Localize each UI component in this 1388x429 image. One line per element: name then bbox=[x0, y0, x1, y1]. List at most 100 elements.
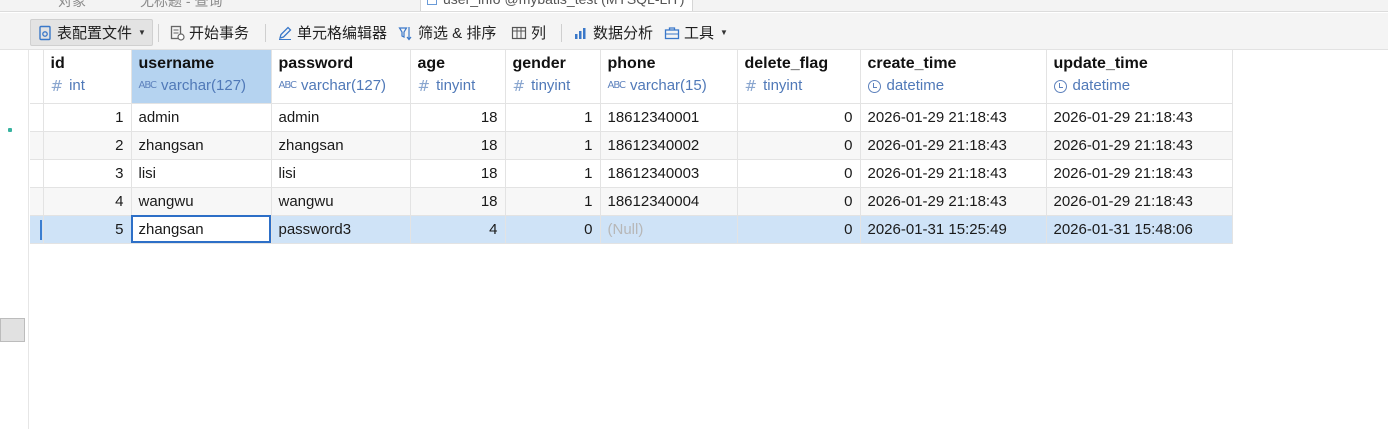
cell-update-time[interactable]: 2026-01-29 21:18:43 bbox=[1046, 131, 1233, 160]
cell-id[interactable]: 4 bbox=[43, 187, 132, 216]
chevron-down-icon[interactable]: ▼ bbox=[720, 28, 728, 37]
transaction-icon bbox=[169, 25, 185, 41]
row-marker[interactable] bbox=[30, 187, 44, 216]
filter-sort-button[interactable]: 筛选 & 排序 bbox=[398, 19, 496, 46]
cell-update-time[interactable]: 2026-01-31 15:48:06 bbox=[1046, 215, 1233, 244]
column-name: update_time bbox=[1053, 55, 1148, 72]
column-header-delete-flag[interactable]: delete_flag # tinyint bbox=[737, 50, 861, 104]
cell-update-time[interactable]: 2026-01-29 21:18:43 bbox=[1046, 159, 1233, 188]
column-type: # int bbox=[51, 77, 124, 95]
tab-user-info[interactable]: user_info @mybatis_test (MYSQL-LIT) bbox=[420, 0, 694, 11]
cell-username[interactable]: zhangsan bbox=[131, 131, 272, 160]
row-marker-header bbox=[30, 50, 44, 104]
tab-objects[interactable]: 对象 bbox=[58, 0, 86, 11]
cell-phone[interactable]: 18612340003 bbox=[600, 159, 738, 188]
cell-create-time[interactable]: 2026-01-29 21:18:43 bbox=[860, 159, 1047, 188]
cell-id[interactable]: 3 bbox=[43, 159, 132, 188]
cell-username[interactable]: admin bbox=[131, 103, 272, 132]
cell-editor-button[interactable]: 单元格编辑器 bbox=[277, 19, 387, 46]
column-header-password[interactable]: password ABC varchar(127) bbox=[271, 50, 411, 104]
indicator-dot bbox=[8, 128, 12, 132]
column-type-label: tinyint bbox=[436, 77, 476, 94]
cell-id[interactable]: 2 bbox=[43, 131, 132, 160]
cell-password[interactable]: admin bbox=[271, 103, 411, 132]
cell-delete-flag[interactable]: 0 bbox=[737, 131, 861, 160]
table-row-selected[interactable]: 5 zhangsan password3 4 0 (Null) 0 2026-0… bbox=[30, 215, 1233, 244]
cell-username[interactable]: wangwu bbox=[131, 187, 272, 216]
table-row[interactable]: 1 admin admin 18 1 18612340001 0 2026-01… bbox=[30, 103, 1233, 132]
cell-age[interactable]: 18 bbox=[410, 103, 506, 132]
cell-delete-flag[interactable]: 0 bbox=[737, 103, 861, 132]
cell-username-focused[interactable]: zhangsan bbox=[131, 215, 272, 244]
row-marker[interactable] bbox=[30, 103, 44, 132]
row-marker[interactable] bbox=[30, 159, 44, 188]
cell-password[interactable]: lisi bbox=[271, 159, 411, 188]
table-row[interactable]: 4 wangwu wangwu 18 1 18612340004 0 2026-… bbox=[30, 187, 1233, 216]
cell-create-time[interactable]: 2026-01-29 21:18:43 bbox=[860, 103, 1047, 132]
grid-columns-icon bbox=[511, 25, 527, 41]
filter-sort-label: 筛选 & 排序 bbox=[418, 25, 497, 42]
column-header-create-time[interactable]: create_time datetime bbox=[860, 50, 1047, 104]
cell-gender[interactable]: 1 bbox=[505, 103, 601, 132]
cell-update-time[interactable]: 2026-01-29 21:18:43 bbox=[1046, 103, 1233, 132]
cell-password[interactable]: zhangsan bbox=[271, 131, 411, 160]
table-row[interactable]: 2 zhangsan zhangsan 18 1 18612340002 0 2… bbox=[30, 131, 1233, 160]
cell-age[interactable]: 18 bbox=[410, 131, 506, 160]
column-name: id bbox=[50, 55, 65, 72]
cell-create-time[interactable]: 2026-01-29 21:18:43 bbox=[860, 131, 1047, 160]
column-type-label: datetime bbox=[886, 77, 945, 94]
cell-update-time[interactable]: 2026-01-29 21:18:43 bbox=[1046, 187, 1233, 216]
table-config-button[interactable]: 表配置文件 ▼ bbox=[30, 19, 153, 46]
cell-gender[interactable]: 1 bbox=[505, 131, 601, 160]
begin-transaction-label: 开始事务 bbox=[189, 25, 250, 42]
column-name: username bbox=[138, 55, 215, 72]
cell-delete-flag[interactable]: 0 bbox=[737, 187, 861, 216]
cell-gender[interactable]: 0 bbox=[505, 215, 601, 244]
columns-button[interactable]: 列 bbox=[511, 19, 546, 46]
cell-age[interactable]: 18 bbox=[410, 159, 506, 188]
cell-password[interactable]: password3 bbox=[271, 215, 411, 244]
tools-button[interactable]: 工具 ▼ bbox=[664, 19, 728, 46]
column-name: password bbox=[278, 55, 354, 72]
cell-id[interactable]: 1 bbox=[43, 103, 132, 132]
column-header-username[interactable]: username ABC varchar(127) bbox=[131, 50, 272, 104]
column-type: datetime bbox=[867, 77, 1039, 95]
cell-id[interactable]: 5 bbox=[43, 215, 132, 244]
column-name: age bbox=[417, 55, 446, 72]
cell-phone[interactable]: 18612340004 bbox=[600, 187, 738, 216]
tab-query[interactable]: 无标题 - 查询 bbox=[140, 0, 222, 11]
cell-gender[interactable]: 1 bbox=[505, 187, 601, 216]
cell-create-time[interactable]: 2026-01-29 21:18:43 bbox=[860, 187, 1047, 216]
row-marker[interactable] bbox=[30, 131, 44, 160]
cell-delete-flag[interactable]: 0 bbox=[737, 215, 861, 244]
row-marker[interactable] bbox=[30, 215, 44, 244]
column-header-age[interactable]: age # tinyint bbox=[410, 50, 506, 104]
column-header-update-time[interactable]: update_time datetime bbox=[1046, 50, 1233, 104]
begin-transaction-button[interactable]: 开始事务 bbox=[169, 19, 249, 46]
column-header-gender[interactable]: gender # tinyint bbox=[505, 50, 601, 104]
splitter-handle[interactable] bbox=[0, 318, 25, 342]
tab-strip: 对象 无标题 - 查询 user_info @mybatis_test (MYS… bbox=[0, 0, 1388, 12]
cell-age[interactable]: 18 bbox=[410, 187, 506, 216]
column-name: gender bbox=[512, 55, 566, 72]
cell-create-time[interactable]: 2026-01-31 15:25:49 bbox=[860, 215, 1047, 244]
column-type-label: varchar(127) bbox=[301, 77, 387, 94]
abc-icon: ABC bbox=[138, 80, 157, 91]
column-header-id[interactable]: id # int bbox=[43, 50, 132, 104]
cell-phone[interactable]: 18612340002 bbox=[600, 131, 738, 160]
toolbar-divider bbox=[561, 24, 562, 42]
cell-phone[interactable]: (Null) bbox=[600, 215, 738, 244]
chevron-down-icon[interactable]: ▼ bbox=[138, 28, 146, 37]
cell-age[interactable]: 4 bbox=[410, 215, 506, 244]
cell-phone[interactable]: 18612340001 bbox=[600, 103, 738, 132]
cell-password[interactable]: wangwu bbox=[271, 187, 411, 216]
column-type: # tinyint bbox=[745, 77, 853, 95]
cell-username[interactable]: lisi bbox=[131, 159, 272, 188]
header-row: id # int username ABC varchar(127) passwor… bbox=[30, 50, 1233, 104]
cell-delete-flag[interactable]: 0 bbox=[737, 159, 861, 188]
table-row[interactable]: 3 lisi lisi 18 1 18612340003 0 2026-01-2… bbox=[30, 159, 1233, 188]
column-type: ABC varchar(127) bbox=[279, 77, 403, 95]
column-header-phone[interactable]: phone ABC varchar(15) bbox=[600, 50, 738, 104]
data-analysis-button[interactable]: 数据分析 bbox=[573, 19, 653, 46]
cell-gender[interactable]: 1 bbox=[505, 159, 601, 188]
